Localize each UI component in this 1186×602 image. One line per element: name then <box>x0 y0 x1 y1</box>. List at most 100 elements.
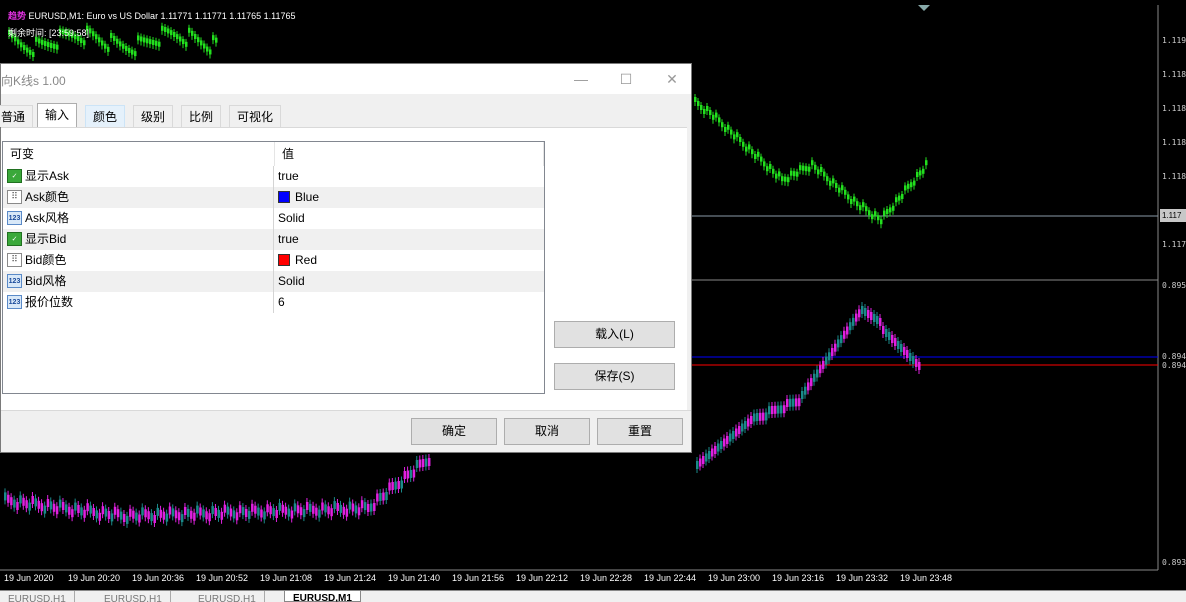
param-value-cell[interactable]: Solid <box>275 208 544 229</box>
upper-candle-body <box>835 183 838 188</box>
lower-candle-body <box>744 421 747 429</box>
grid-row[interactable]: 123 报价位数 6 <box>3 292 544 313</box>
grid-header: 可变 值 <box>3 142 544 166</box>
boolean-param-icon: ✓ <box>7 232 22 246</box>
upper-left-candle-body <box>92 31 95 37</box>
col-value-header[interactable]: 值 <box>275 142 544 166</box>
upper-left-candle-body <box>95 34 98 40</box>
lower-candle-body <box>321 502 324 511</box>
lower-candle-body <box>702 456 705 464</box>
lower-candle-body <box>831 348 834 356</box>
lower-candle-body <box>798 398 801 407</box>
col-variable-header[interactable]: 可变 <box>3 142 275 166</box>
upper-left-candle-body <box>158 41 161 47</box>
price-axis-label: 1.118 <box>1162 138 1186 147</box>
param-value-cell[interactable]: Blue <box>275 187 544 208</box>
chart-tab-3[interactable]: EURUSD,H1 <box>190 591 265 602</box>
numeric-param-icon: 123 <box>7 211 22 225</box>
grid-row[interactable]: ✓ 显示Ask true <box>3 166 544 187</box>
upper-left-candle-body <box>167 28 170 34</box>
reset-button[interactable]: 重置 <box>597 418 683 445</box>
grid-row[interactable]: ⠿ Bid颜色 Red <box>3 250 544 271</box>
lower-candle-body <box>792 398 795 407</box>
lower-candle-body <box>391 482 394 490</box>
lower-candle-body <box>379 493 382 501</box>
lower-candle-body <box>714 446 717 454</box>
chart-tab-1[interactable]: EURUSD,H1 <box>0 591 75 602</box>
lower-candle-body <box>278 502 281 511</box>
lower-candle-body <box>363 502 367 511</box>
lower-candle-body <box>132 510 135 519</box>
tab-common[interactable]: 普通 <box>0 105 34 127</box>
lower-candle-body <box>16 502 19 510</box>
chart-tab-2[interactable]: EURUSD,H1 <box>96 591 171 602</box>
upper-left-candle-body <box>29 49 32 55</box>
upper-left-candle-body <box>113 35 116 41</box>
load-button[interactable]: 载入(L) <box>554 321 675 348</box>
dialog-titlebar[interactable]: 向K线s 1.00 — ☐ ✕ <box>1 64 691 94</box>
tab-inputs[interactable]: 输入 <box>37 103 78 128</box>
upper-left-candle-body <box>26 47 29 53</box>
upper-left-candle-body <box>215 37 218 43</box>
minimize-button[interactable]: — <box>569 68 593 90</box>
lower-candle-body <box>251 503 254 512</box>
ok-button[interactable]: 确定 <box>411 418 497 445</box>
cancel-button[interactable]: 取消 <box>504 418 590 445</box>
grid-row[interactable]: ⠿ Ask颜色 Blue <box>3 187 544 208</box>
lower-candle-body <box>418 459 422 468</box>
tab-scales[interactable]: 比例 <box>181 105 222 127</box>
grid-row[interactable]: 123 Ask风格 Solid <box>3 208 544 229</box>
lower-candle-body <box>293 503 297 512</box>
boolean-param-icon: ✓ <box>7 169 22 183</box>
lower-candle-body <box>199 507 202 516</box>
dialog-title: 向K线s 1.00 <box>1 74 66 88</box>
lower-candle-body <box>159 509 163 518</box>
upper-left-candle-body <box>212 35 215 41</box>
logo-text: 趋势 <box>8 11 27 21</box>
lower-candle-body <box>342 506 346 515</box>
lower-candle-body <box>107 511 111 519</box>
tab-levels[interactable]: 级别 <box>133 105 174 127</box>
param-value-cell[interactable]: 6 <box>275 292 544 313</box>
lower-candle-body <box>110 513 114 522</box>
tab-colors[interactable]: 颜色 <box>85 105 126 127</box>
upper-left-candle-body <box>128 47 131 53</box>
lower-candle-body <box>116 509 120 518</box>
upper-candle-body <box>799 165 802 171</box>
lower-candle-body <box>756 413 759 421</box>
upper-candle-body <box>898 195 901 201</box>
grid-row[interactable]: ✓ 显示Bid true <box>3 229 544 250</box>
param-name-cell: 123 Bid风格 <box>3 271 274 292</box>
lower-candle-body <box>266 504 269 513</box>
lower-candle-body <box>774 405 777 414</box>
lower-candle-body <box>843 330 846 339</box>
upper-candle-body <box>709 110 712 115</box>
lower-candle-body <box>759 412 762 421</box>
close-button[interactable]: ✕ <box>660 68 684 90</box>
maximize-button[interactable]: ☐ <box>614 68 638 90</box>
param-value-cell[interactable]: Red <box>275 250 544 271</box>
upper-left-candle-body <box>47 42 50 48</box>
price-axis-label: 1.118 <box>1162 104 1186 113</box>
save-button[interactable]: 保存(S) <box>554 363 675 390</box>
tab-visualization[interactable]: 可视化 <box>229 105 282 127</box>
lower-candle-body <box>912 356 915 364</box>
param-value-cell[interactable]: Solid <box>275 271 544 292</box>
lower-candle-body <box>135 512 138 521</box>
upper-candle-body <box>769 164 772 169</box>
lower-candle-body <box>177 512 181 521</box>
upper-left-candle-body <box>23 45 26 51</box>
numeric-param-icon: 123 <box>7 295 22 309</box>
upper-left-candle-body <box>182 39 185 45</box>
upper-candle-body <box>763 161 766 167</box>
chart-tab-4[interactable]: EURUSD,M1 <box>284 591 361 602</box>
lower-candle-body <box>71 509 74 518</box>
upper-candle-body <box>868 210 871 216</box>
lower-candle-body <box>126 515 129 524</box>
param-value-cell[interactable]: true <box>275 166 544 187</box>
upper-candle-body <box>793 171 796 177</box>
param-value-cell[interactable]: true <box>275 229 544 250</box>
grid-row[interactable]: 123 Bid风格 Solid <box>3 271 544 292</box>
lower-candle-body <box>738 426 741 434</box>
lower-candle-body <box>290 510 294 519</box>
